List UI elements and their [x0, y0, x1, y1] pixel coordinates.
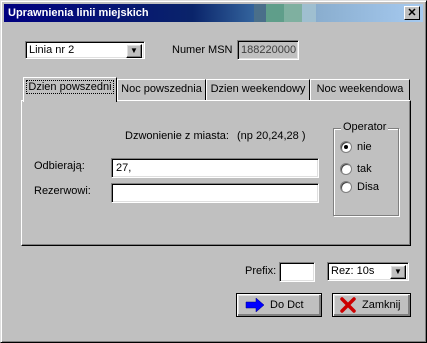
receiving-input[interactable]: 27, — [111, 158, 319, 178]
operator-radio-tak[interactable] — [340, 163, 352, 175]
chevron-down-icon: ▼ — [394, 267, 402, 276]
tab-label: Dzien weekendowy — [210, 83, 306, 95]
operator-label: Operator — [341, 120, 389, 134]
prefix-input[interactable] — [279, 262, 315, 282]
tab-label: Dzien powszedni — [26, 80, 114, 94]
calling-hint: (np 20,24,28 ) — [237, 130, 306, 142]
arrow-right-icon — [245, 298, 265, 312]
operator-radio-nie[interactable] — [340, 141, 352, 153]
receiving-label: Odbierają: — [34, 160, 85, 172]
do-dct-button[interactable]: Do Dct — [236, 293, 322, 317]
close-icon: ✕ — [407, 7, 417, 19]
title-band — [254, 4, 266, 22]
tab-label: Noc weekendowa — [316, 83, 404, 95]
line-select-dropdown-button[interactable]: ▼ — [126, 44, 142, 58]
msn-field[interactable]: 188220000 — [237, 40, 299, 60]
window-title: Uprawnienia linii miejskich — [8, 7, 149, 19]
red-x-icon — [340, 297, 356, 313]
tab-noc-weekendowa[interactable]: Noc weekendowa — [310, 79, 410, 101]
operator-radio-disa[interactable] — [340, 181, 352, 193]
zamknij-button[interactable]: Zamknij — [332, 293, 411, 317]
title-band — [302, 4, 316, 22]
zamknij-label: Zamknij — [362, 299, 401, 311]
rez-select-dropdown-button[interactable]: ▼ — [390, 265, 406, 279]
receiving-value: 27, — [116, 162, 132, 174]
line-select-value: Linia nr 2 — [29, 44, 75, 56]
radio-dot — [344, 145, 348, 149]
dialog-window: Uprawnienia linii miejskich ✕ Linia nr 2… — [0, 0, 427, 343]
operator-option-label[interactable]: Disa — [357, 180, 379, 194]
rez-select[interactable]: Rez: 10s ▼ — [327, 262, 409, 281]
rez-select-value: Rez: 10s — [331, 265, 375, 277]
line-select[interactable]: Linia nr 2 ▼ — [25, 41, 145, 59]
msn-label: Numer MSN — [172, 44, 233, 56]
reserve-input[interactable] — [111, 183, 319, 203]
title-band — [284, 4, 302, 22]
operator-option-label[interactable]: nie — [357, 140, 372, 154]
title-band — [266, 4, 284, 22]
close-window-button[interactable]: ✕ — [404, 6, 420, 20]
tab-dzien-powszedni[interactable]: Dzien powszedni — [23, 77, 117, 102]
reserve-label: Rezerwowi: — [34, 185, 91, 197]
tab-noc-powszednia[interactable]: Noc powszednia — [117, 79, 206, 101]
msn-value: 188220000 — [241, 44, 297, 56]
tab-label: Noc powszednia — [121, 83, 202, 95]
operator-option-label[interactable]: tak — [357, 162, 372, 176]
calling-label: Dzwonienie z miasta: — [125, 130, 229, 142]
title-bar[interactable]: Uprawnienia linii miejskich ✕ — [4, 4, 423, 22]
tab-dzien-weekendowy[interactable]: Dzien weekendowy — [206, 79, 310, 101]
chevron-down-icon: ▼ — [130, 46, 138, 55]
do-dct-label: Do Dct — [270, 299, 304, 311]
prefix-label: Prefix: — [245, 265, 277, 277]
